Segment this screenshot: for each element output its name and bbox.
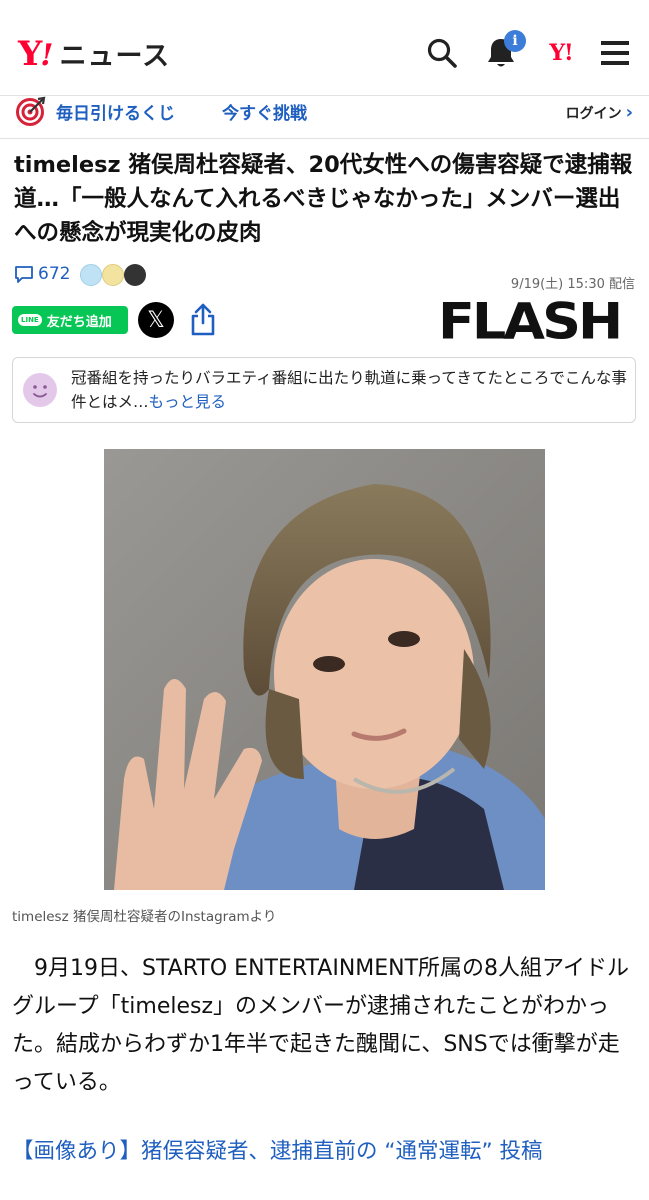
login-label: ログイン [565, 105, 622, 122]
line-add-friend-button[interactable]: LINE 友だち追加 [12, 306, 128, 334]
login-link[interactable]: ログイン › [566, 102, 633, 123]
search-icon[interactable] [425, 36, 459, 70]
article-title: timelesz 猪俣周杜容疑者、20代女性への傷害容疑で逮捕報道…「一般人なん… [14, 152, 633, 246]
chevron-right-icon: › [625, 102, 633, 123]
line-add-friend-label: 友だち追加 [46, 314, 112, 330]
article-body: 9月19日、STARTO ENTERTAINMENT所属の8人組アイドルグループ… [12, 956, 629, 1095]
header-divider [0, 138, 649, 139]
logo-exclamation: ! [40, 38, 54, 73]
logo-news-text: ニュース [59, 41, 171, 72]
related-article-link[interactable]: 【画像あり】猪俣容疑者、逮捕直前の “通常運転” 投稿 [12, 1134, 542, 1165]
summary-face-icon [23, 373, 57, 407]
reaction-face-icon[interactable] [124, 264, 146, 286]
reaction-face-icon[interactable] [80, 264, 102, 286]
share-icon[interactable] [189, 303, 217, 337]
summary-text: 冠番組を持ったりバラエティ番組に出たり軌道に乗ってきてたところでこんな事件とはメ… [71, 366, 627, 414]
reaction-face-icon[interactable] [102, 264, 124, 286]
x-share-button[interactable]: 𝕏 [138, 302, 174, 338]
yahoo-account-icon[interactable]: Y! [539, 36, 583, 70]
read-more-link[interactable]: もっと見る [149, 393, 227, 411]
comment-count-button[interactable]: 672 [14, 264, 70, 284]
try-now-link[interactable]: 今すぐ挑戦 [222, 99, 307, 124]
article-photo[interactable] [104, 449, 545, 890]
menu-icon[interactable] [598, 36, 632, 70]
comment-count: 672 [38, 264, 71, 284]
daily-lottery-link[interactable]: 毎日引けるくじ [56, 99, 175, 124]
yahoo-account-label: Y! [549, 40, 573, 66]
photo-caption: timelesz 猪俣周杜容疑者のInstagramより [12, 909, 277, 925]
publisher-logo[interactable]: FLASH [438, 293, 623, 351]
target-icon[interactable] [16, 96, 46, 126]
publish-date: 9/19(土) 15:30 配信 [510, 277, 635, 292]
comment-icon [15, 266, 33, 283]
promo-bar: 毎日引けるくじ 今すぐ挑戦 ログイン › [0, 96, 649, 132]
logo-y: Y [18, 34, 42, 74]
site-header: Y ! ニュース i Y! [0, 0, 649, 96]
line-logo-icon: LINE [18, 314, 42, 326]
yahoo-news-logo[interactable]: Y ! ニュース [18, 34, 170, 74]
notification-badge: i [504, 30, 526, 52]
ai-summary-box[interactable]: 冠番組を持ったりバラエティ番組に出たり軌道に乗ってきてたところでこんな事件とはメ… [12, 357, 636, 423]
